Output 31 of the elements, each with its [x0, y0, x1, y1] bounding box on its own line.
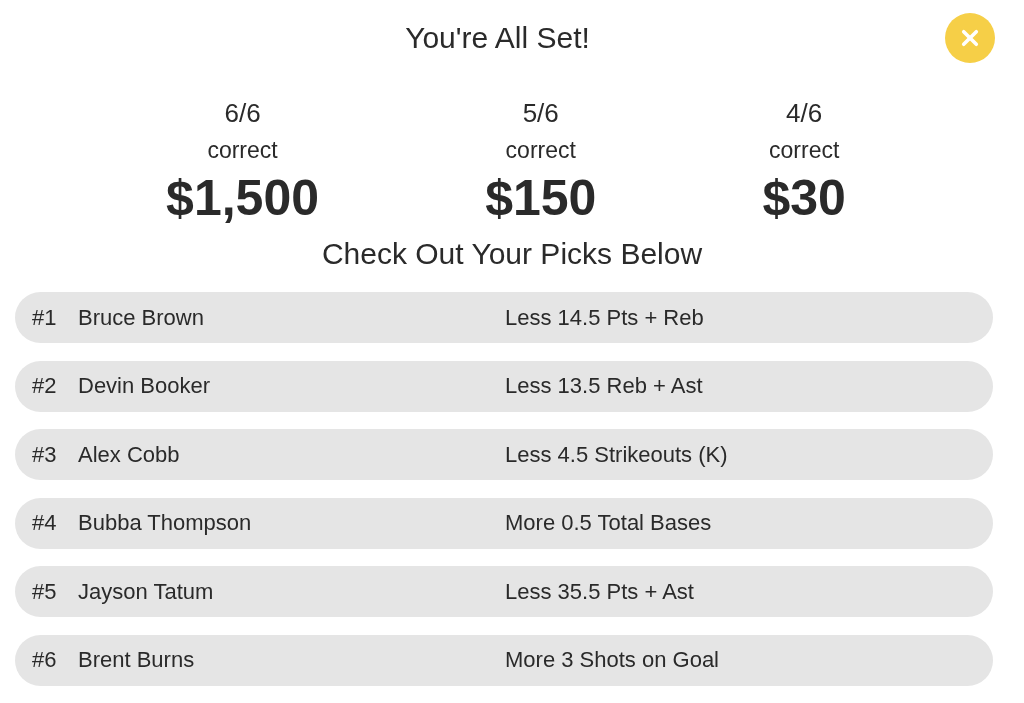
pick-line: More 3 Shots on Goal [505, 647, 719, 673]
player-name: Alex Cobb [78, 441, 180, 468]
prize-score: 6/6 [224, 99, 261, 127]
pick-number: #3 [32, 441, 57, 468]
pick-line: Less 35.5 Pts + Ast [505, 578, 694, 605]
pick-number: #1 [32, 304, 57, 331]
close-icon [961, 29, 979, 47]
player-name: Devin Booker [78, 373, 211, 399]
close-button[interactable] [945, 13, 995, 63]
prize-label: correct [207, 137, 278, 163]
prize-score: 5/6 [522, 99, 559, 127]
pick-line: More 0.5 Total Bases [505, 510, 712, 536]
picks-heading: Check Out Your Picks Below [320, 236, 704, 272]
player-name: Brent Burns [78, 647, 195, 673]
prize-amount: $150 [485, 172, 597, 224]
dialog-title: You're All Set! [405, 20, 590, 56]
pick-number: #4 [32, 510, 57, 536]
prize-label: correct [769, 137, 840, 163]
pick-line: Less 4.5 Strikeouts (K) [505, 441, 728, 468]
prize-score: 4/6 [786, 99, 823, 127]
player-name: Bubba Thompson [78, 510, 252, 536]
pick-line: Less 13.5 Reb + Ast [505, 373, 703, 399]
pick-number: #2 [32, 373, 57, 399]
pick-number: #6 [32, 647, 57, 673]
pick-number: #5 [32, 578, 57, 605]
player-name: Jayson Tatum [78, 578, 214, 605]
player-name: Bruce Brown [78, 304, 204, 331]
prize-amount: $30 [762, 172, 846, 224]
prize-label: correct [505, 137, 576, 163]
prize-amount: $1,500 [166, 172, 320, 224]
pick-line: Less 14.5 Pts + Reb [505, 304, 704, 331]
